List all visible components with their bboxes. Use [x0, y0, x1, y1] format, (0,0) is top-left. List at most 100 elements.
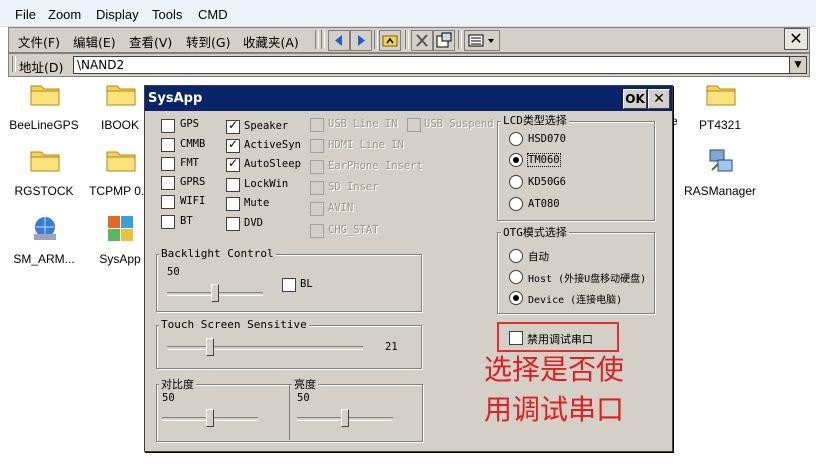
activesyn-checkbox[interactable]: ✓: [226, 137, 240, 153]
desktop-icon-pt4321[interactable]: PT4321: [680, 82, 760, 134]
ras-network-icon: [709, 149, 733, 172]
wifi-checkbox[interactable]: [161, 195, 175, 209]
desktop-icon-rasmanager[interactable]: RASManager: [680, 148, 760, 200]
explorer-toolbar: 文件(F) 编辑(E) 查看(V) 转到(G) 收藏夹(A): [8, 27, 810, 53]
menu-cmd[interactable]: CMD: [198, 7, 228, 22]
otg-radio-host[interactable]: [509, 270, 523, 284]
ok-button[interactable]: OK: [623, 89, 647, 109]
gps-label: GPS: [180, 118, 199, 130]
lockwin-checkbox[interactable]: [226, 178, 240, 192]
menu-zoom[interactable]: Zoom: [48, 7, 81, 22]
bl-label: BL: [300, 278, 313, 290]
brightness-slider-thumb[interactable]: [341, 409, 349, 427]
menu-tools[interactable]: Tools: [152, 7, 182, 22]
touch-slider-track: [167, 346, 363, 350]
avin-checkbox: [310, 202, 324, 216]
delete-button[interactable]: [411, 30, 433, 51]
folder-icon: [706, 85, 736, 106]
annotation-line-1: 选择是否使: [484, 353, 625, 386]
menu-display[interactable]: Display: [96, 7, 139, 22]
hdmi-line-in-checkbox: [310, 139, 324, 153]
hdmi-line-in-label: HDMI Line IN: [328, 139, 404, 151]
back-button[interactable]: [328, 30, 350, 51]
annotation-text: 选择是否使 用调试串口: [484, 350, 684, 430]
lcd-option-label: KD50G6: [528, 176, 566, 188]
folder-icon: [106, 85, 136, 106]
dialog-titlebar: SysApp OK ✕: [145, 86, 672, 111]
dialog-close-button[interactable]: ✕: [648, 89, 670, 109]
lcd-option-label: TM060: [527, 153, 561, 167]
mute-checkbox[interactable]: [226, 197, 240, 211]
explorer-close-button[interactable]: ✕: [784, 28, 808, 50]
chg-stat-label: CHG_STAT: [328, 224, 379, 236]
bt-checkbox[interactable]: [161, 215, 175, 229]
otg-radio-device[interactable]: [509, 291, 523, 305]
up-folder-button[interactable]: [379, 30, 401, 51]
menu-file[interactable]: File: [15, 7, 36, 22]
touch-slider-thumb[interactable]: [206, 338, 215, 356]
touch-group-title: Touch Screen Sensitive: [159, 318, 309, 331]
folder-icon: [30, 151, 60, 172]
brightness-title: 亮度: [292, 376, 318, 392]
chevron-down-icon: ▼: [794, 60, 802, 70]
properties-button[interactable]: [433, 30, 455, 51]
dvd-label: DVD: [244, 217, 263, 229]
earphone-insert-checkbox: [310, 160, 324, 174]
fmt-checkbox[interactable]: [161, 157, 175, 171]
autosleep-checkbox[interactable]: ✓: [226, 156, 240, 172]
dvd-checkbox[interactable]: [226, 217, 240, 231]
annotation-line-2: 用调试串口: [484, 393, 625, 426]
gprs-label: GPRS: [180, 176, 206, 188]
sd-inser-checkbox: [310, 181, 324, 195]
desktop-icon-rgstock[interactable]: RGSTOCK: [4, 148, 84, 200]
backlight-slider-thumb[interactable]: [211, 284, 219, 302]
view-mode-button[interactable]: [464, 30, 500, 51]
lcd-option-label: HSD070: [528, 133, 566, 145]
network-app-icon: [34, 217, 56, 240]
avin-label: AVIN: [328, 202, 354, 214]
icon-label: SM_ARM...: [13, 252, 75, 266]
sd-inser-label: SD Inser: [328, 181, 379, 193]
menu-view-cn[interactable]: 查看(V): [129, 32, 172, 51]
otg-option-label: Device (连接电脑): [528, 295, 623, 306]
forward-arrow-icon: [358, 35, 365, 46]
toolbar-separator: [321, 30, 325, 49]
gprs-checkbox[interactable]: [161, 176, 175, 190]
menu-favorites-cn[interactable]: 收藏夹(A): [243, 32, 299, 51]
lcd-option-label: AT080: [528, 198, 560, 210]
earphone-insert-label: EarPhone Insert: [328, 160, 423, 172]
lockwin-label: LockWin: [244, 178, 289, 190]
speaker-checkbox[interactable]: ✓: [226, 118, 240, 134]
icon-label: RASManager: [683, 184, 757, 198]
address-grip: [12, 56, 16, 72]
bl-checkbox[interactable]: [282, 278, 296, 292]
lcd-group-title: LCD类型选择: [501, 112, 569, 128]
forward-button[interactable]: [350, 30, 372, 51]
menu-file-cn[interactable]: 文件(F): [18, 32, 60, 51]
menu-edit-cn[interactable]: 编辑(E): [73, 32, 116, 51]
toolbar-separator: [458, 30, 462, 49]
lcd-radio-at080[interactable]: [509, 197, 523, 211]
desktop-icon-beelinegps[interactable]: BeeLineGPS: [4, 82, 84, 134]
lcd-radio-kd50g6[interactable]: [509, 175, 523, 189]
folder-icon: [106, 151, 136, 172]
emulator-menu-bar: File Zoom Display Tools CMD: [0, 0, 816, 27]
otg-option-label: 自动: [528, 251, 549, 263]
lcd-radio-hsd070[interactable]: [509, 132, 523, 146]
mute-label: Mute: [244, 197, 270, 209]
delete-x-icon: [416, 34, 428, 47]
cmmb-checkbox[interactable]: [161, 138, 175, 152]
desktop-icon-sm-arm[interactable]: SM_ARM...: [4, 216, 84, 268]
up-folder-icon: [382, 35, 398, 47]
contrast-slider-thumb[interactable]: [206, 409, 214, 427]
toolbar-separator: [374, 30, 378, 49]
address-dropdown-button[interactable]: ▼: [789, 56, 807, 74]
address-input[interactable]: \NAND2: [73, 56, 792, 74]
gps-checkbox[interactable]: [161, 119, 175, 133]
menu-goto-cn[interactable]: 转到(G): [186, 32, 230, 51]
lcd-radio-tm060[interactable]: [509, 153, 523, 167]
touch-value: 21: [385, 341, 398, 353]
back-arrow-icon: [335, 35, 342, 46]
backlight-value: 50: [167, 266, 180, 278]
otg-radio-auto[interactable]: [509, 249, 523, 263]
